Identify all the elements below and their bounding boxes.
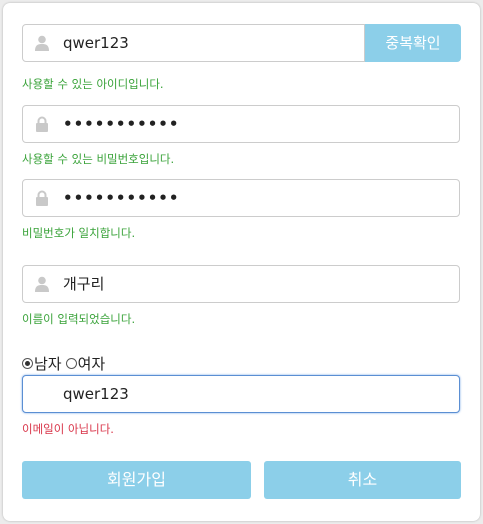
gender-group: 남자 여자 (22, 353, 109, 374)
password-confirm-value: ••••••••••• (63, 189, 180, 207)
lock-icon (36, 190, 48, 206)
cancel-button[interactable]: 취소 (264, 461, 461, 499)
password-confirm-field[interactable]: ••••••••••• (22, 179, 460, 217)
name-value: 개구리 (63, 275, 105, 293)
user-icon (35, 35, 49, 51)
email-value: qwer123 (63, 385, 129, 403)
userid-value: qwer123 (63, 34, 129, 52)
userid-field[interactable]: qwer123 (22, 24, 365, 62)
name-message: 이름이 입력되었습니다. (22, 312, 136, 326)
male-label: 남자 (34, 355, 62, 373)
male-radio[interactable] (22, 358, 33, 369)
email-field[interactable]: qwer123 (22, 375, 460, 413)
email-message: 이메일이 아닙니다. (22, 422, 114, 436)
password-confirm-message: 비밀번호가 일치합니다. (22, 226, 136, 240)
user-icon (35, 276, 49, 292)
signup-button[interactable]: 회원가입 (22, 461, 251, 499)
name-field[interactable]: 개구리 (22, 265, 460, 303)
female-radio[interactable] (65, 358, 77, 369)
password-message: 사용할 수 있는 비밀번호입니다. (22, 152, 175, 166)
password-field[interactable]: ••••••••••• (22, 105, 460, 143)
password-value: ••••••••••• (63, 115, 180, 133)
duplicate-check-button[interactable]: 중복확인 (365, 24, 461, 62)
userid-message: 사용할 수 있는 아이디입니다. (22, 77, 164, 91)
female-label: 여자 (77, 355, 106, 373)
lock-icon (36, 116, 48, 132)
